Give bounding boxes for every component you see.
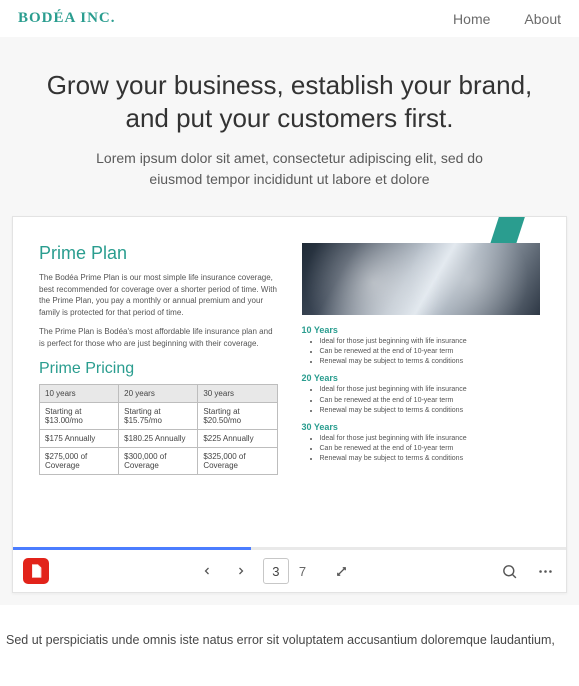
term-heading: 20 Years <box>302 373 541 383</box>
pricing-td: Starting at $13.00/mo <box>40 402 119 429</box>
top-nav: Home About <box>453 11 561 27</box>
pricing-td: $325,000 of Coverage <box>198 447 277 474</box>
hero-subtitle: Lorem ipsum dolor sit amet, consectetur … <box>72 148 507 190</box>
next-page-button[interactable] <box>229 559 253 583</box>
pdf-document-page[interactable]: Prime Plan The Bodéa Prime Plan is our m… <box>13 217 566 547</box>
plan-photo <box>302 243 541 315</box>
doc-right-column: 10 Years Ideal for those just beginning … <box>302 243 541 517</box>
pricing-td: $180.25 Annually <box>119 429 198 447</box>
doc-left-column: Prime Plan The Bodéa Prime Plan is our m… <box>39 243 278 517</box>
term-heading: 10 Years <box>302 325 541 335</box>
fullscreen-button[interactable] <box>330 560 352 582</box>
pricing-td: Starting at $20.50/mo <box>198 402 277 429</box>
pdf-toolbar: 3 7 <box>13 550 566 592</box>
plan-paragraph-2: The Prime Plan is Bodéa's most affordabl… <box>39 326 278 349</box>
search-button[interactable] <box>498 560 520 582</box>
current-page-input[interactable]: 3 <box>263 558 289 584</box>
more-options-button[interactable] <box>534 560 556 582</box>
table-row: $275,000 of Coverage $300,000 of Coverag… <box>40 447 278 474</box>
pricing-heading: Prime Pricing <box>39 360 278 378</box>
term-item: Can be renewed at the end of 10-year ter… <box>320 444 541 454</box>
page-body-text: Sed ut perspiciatis unde omnis iste natu… <box>0 605 579 650</box>
hero-title: Grow your business, establish your brand… <box>42 69 537 134</box>
term-item: Renewal may be subject to terms & condit… <box>320 406 541 416</box>
pricing-td: $175 Annually <box>40 429 119 447</box>
plan-paragraph-1: The Bodéa Prime Plan is our most simple … <box>39 272 278 318</box>
term-heading: 30 Years <box>302 422 541 432</box>
brand-logo: BODÉA INC. <box>18 10 116 27</box>
term-block: 10 Years Ideal for those just beginning … <box>302 325 541 367</box>
term-item: Ideal for those just beginning with life… <box>320 337 541 347</box>
pdf-viewer: Prime Plan The Bodéa Prime Plan is our m… <box>12 216 567 593</box>
total-pages: 7 <box>299 564 306 579</box>
nav-home[interactable]: Home <box>453 11 490 27</box>
page-body: Grow your business, establish your brand… <box>0 37 579 605</box>
term-item: Ideal for those just beginning with life… <box>320 385 541 395</box>
term-block: 30 Years Ideal for those just beginning … <box>302 422 541 464</box>
term-item: Can be renewed at the end of 10-year ter… <box>320 396 541 406</box>
pricing-td: $300,000 of Coverage <box>119 447 198 474</box>
term-item: Renewal may be subject to terms & condit… <box>320 454 541 464</box>
plan-heading: Prime Plan <box>39 243 278 264</box>
pricing-table: 10 years 20 years 30 years Starting at $… <box>39 384 278 475</box>
read-progress <box>13 547 566 550</box>
nav-about[interactable]: About <box>524 11 561 27</box>
term-block: 20 Years Ideal for those just beginning … <box>302 373 541 415</box>
pricing-th: 30 years <box>198 384 277 402</box>
pricing-th: 10 years <box>40 384 119 402</box>
read-progress-fill <box>13 547 251 550</box>
top-bar: BODÉA INC. Home About <box>0 0 579 37</box>
pricing-td: $275,000 of Coverage <box>40 447 119 474</box>
term-item: Can be renewed at the end of 10-year ter… <box>320 347 541 357</box>
pricing-td: Starting at $15.75/mo <box>119 402 198 429</box>
adobe-pdf-icon[interactable] <box>23 558 49 584</box>
pricing-th: 20 years <box>119 384 198 402</box>
term-item: Renewal may be subject to terms & condit… <box>320 357 541 367</box>
prev-page-button[interactable] <box>195 559 219 583</box>
table-row: Starting at $13.00/mo Starting at $15.75… <box>40 402 278 429</box>
term-item: Ideal for those just beginning with life… <box>320 434 541 444</box>
pricing-td: $225 Annually <box>198 429 277 447</box>
table-row: $175 Annually $180.25 Annually $225 Annu… <box>40 429 278 447</box>
